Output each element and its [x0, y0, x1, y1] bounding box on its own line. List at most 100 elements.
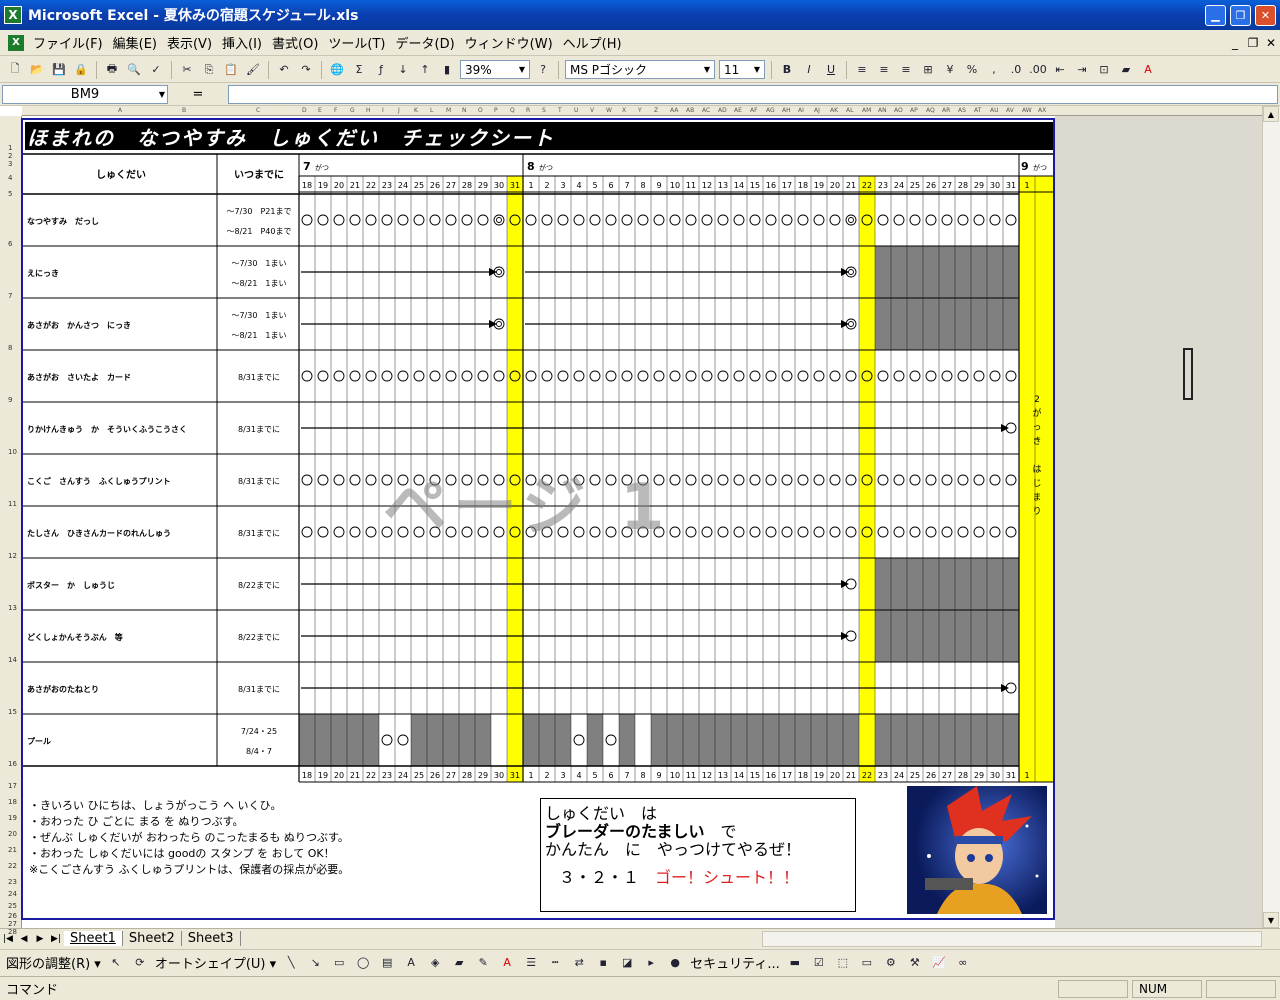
menu-view[interactable]: 表示(V)	[162, 33, 217, 52]
font-select[interactable]: MS Pゴシック ▼	[565, 60, 715, 79]
row-number[interactable]: 2	[0, 152, 22, 160]
formula-input[interactable]	[228, 85, 1278, 104]
column-letter[interactable]: T	[558, 107, 562, 114]
font-color-icon[interactable]: A	[498, 954, 516, 972]
row-number[interactable]: 10	[0, 448, 22, 456]
menu-tools[interactable]: ツール(T)	[323, 33, 390, 52]
column-letter[interactable]: L	[430, 107, 433, 114]
decrease-decimal-icon[interactable]: .00	[1029, 61, 1047, 79]
increase-indent-icon[interactable]: ⇥	[1073, 61, 1091, 79]
menu-help[interactable]: ヘルプ(H)	[558, 33, 627, 52]
column-letter[interactable]: Z	[654, 107, 658, 114]
column-letter[interactable]: AV	[1006, 107, 1014, 114]
column-letter[interactable]: M	[446, 107, 451, 114]
record-icon[interactable]: ●	[666, 954, 684, 972]
column-letter[interactable]: I	[382, 107, 384, 114]
function-icon[interactable]: ƒ	[372, 61, 390, 79]
workbook-restore-button[interactable]: ❐	[1244, 36, 1262, 50]
column-letter[interactable]: E	[318, 107, 322, 114]
cut-icon[interactable]: ✂	[178, 61, 196, 79]
select-pointer-icon[interactable]: ↖	[107, 954, 125, 972]
column-letter[interactable]: A	[118, 107, 122, 114]
tab-sheet3[interactable]: Sheet3	[182, 931, 241, 946]
fill-color-icon[interactable]: ▰	[1117, 61, 1135, 79]
column-letter[interactable]: F	[334, 107, 337, 114]
column-letter[interactable]: AA	[670, 107, 678, 114]
align-left-icon[interactable]: ≡	[853, 61, 871, 79]
row-number[interactable]: 8	[0, 344, 22, 352]
line-color-icon[interactable]: ✎	[474, 954, 492, 972]
checkbox-icon[interactable]: ☑	[810, 954, 828, 972]
row-number[interactable]: 11	[0, 500, 22, 508]
column-letter[interactable]: B	[182, 107, 186, 114]
spelling-icon[interactable]: ✓	[147, 61, 165, 79]
row-number[interactable]: 24	[0, 890, 22, 898]
column-letter[interactable]: AQ	[926, 107, 935, 114]
chart-icon[interactable]: 📈	[930, 954, 948, 972]
last-sheet-icon[interactable]: ▶|	[48, 934, 64, 944]
print-preview-icon[interactable]: 🔍	[125, 61, 143, 79]
bold-icon[interactable]: B	[778, 61, 796, 79]
print-page[interactable]: 7 がつ 8 がつ 9 がつ 18 18 19 19 20 20 21 21 22 22 23 23 24 24 25 2…	[21, 118, 1055, 920]
row-number[interactable]: 23	[0, 878, 22, 886]
line-icon[interactable]: ╲	[282, 954, 300, 972]
row-number[interactable]: 27	[0, 920, 22, 928]
row-number[interactable]: 18	[0, 798, 22, 806]
wordart-icon[interactable]: A	[402, 954, 420, 972]
row-number[interactable]: 3	[0, 160, 22, 168]
column-letter[interactable]: G	[350, 107, 355, 114]
rotate-icon[interactable]: ⟳	[131, 954, 149, 972]
new-icon[interactable]: 🗋	[6, 61, 24, 79]
column-letter[interactable]: AO	[894, 107, 903, 114]
row-number[interactable]: 17	[0, 782, 22, 790]
tools-icon[interactable]: ⚒	[906, 954, 924, 972]
row-number[interactable]: 6	[0, 240, 22, 248]
button-icon[interactable]: ▭	[858, 954, 876, 972]
dash-style-icon[interactable]: ┅	[546, 954, 564, 972]
autoshape-menu[interactable]: オートシェイプ(U) ▾	[155, 953, 276, 972]
row-number[interactable]: 22	[0, 862, 22, 870]
undo-icon[interactable]: ↶	[275, 61, 293, 79]
diagram-icon[interactable]: ◈	[426, 954, 444, 972]
column-letter[interactable]: W	[606, 107, 612, 114]
fill-bucket-icon[interactable]: ▰	[450, 954, 468, 972]
column-letter[interactable]: H	[366, 107, 371, 114]
row-number[interactable]: 9	[0, 396, 22, 404]
permission-icon[interactable]: 🔒	[72, 61, 90, 79]
column-letter[interactable]: V	[590, 107, 594, 114]
copy-icon[interactable]: ⎘	[200, 61, 218, 79]
label-icon[interactable]: ▬	[786, 954, 804, 972]
column-letter[interactable]: AJ	[814, 107, 820, 114]
column-letter[interactable]: D	[302, 107, 307, 114]
menu-file[interactable]: ファイル(F)	[28, 33, 108, 52]
row-number[interactable]: 19	[0, 814, 22, 822]
currency-icon[interactable]: ¥	[941, 61, 959, 79]
sort-descending-icon[interactable]: ↑	[416, 61, 434, 79]
column-letter[interactable]: K	[414, 107, 418, 114]
column-letter[interactable]: AI	[798, 107, 804, 114]
help-icon[interactable]: ?	[534, 61, 552, 79]
redo-icon[interactable]: ↷	[297, 61, 315, 79]
decrease-indent-icon[interactable]: ⇤	[1051, 61, 1069, 79]
run-macro-icon[interactable]: ▸	[642, 954, 660, 972]
comma-icon[interactable]: ,	[985, 61, 1003, 79]
column-letter[interactable]: Y	[638, 107, 642, 114]
column-letter[interactable]: AW	[1022, 107, 1032, 114]
row-number[interactable]: 16	[0, 760, 22, 768]
row-number[interactable]: 1	[0, 144, 22, 152]
tab-sheet2[interactable]: Sheet2	[123, 931, 182, 946]
column-letter[interactable]: AL	[846, 107, 853, 114]
open-icon[interactable]: 📂	[28, 61, 46, 79]
row-number[interactable]: 20	[0, 830, 22, 838]
column-letter[interactable]: AB	[686, 107, 694, 114]
maximize-button[interactable]: ❐	[1230, 4, 1251, 26]
save-icon[interactable]: 💾	[50, 61, 68, 79]
close-button[interactable]: ✕	[1255, 4, 1276, 26]
scroll-up-icon[interactable]: ▲	[1263, 106, 1279, 122]
first-sheet-icon[interactable]: |◀	[0, 934, 16, 944]
name-box[interactable]: BM9 ▼	[2, 85, 168, 104]
row-number[interactable]: 13	[0, 604, 22, 612]
column-letter[interactable]: AK	[830, 107, 838, 114]
sort-ascending-icon[interactable]: ↓	[394, 61, 412, 79]
row-number[interactable]: 5	[0, 190, 22, 198]
